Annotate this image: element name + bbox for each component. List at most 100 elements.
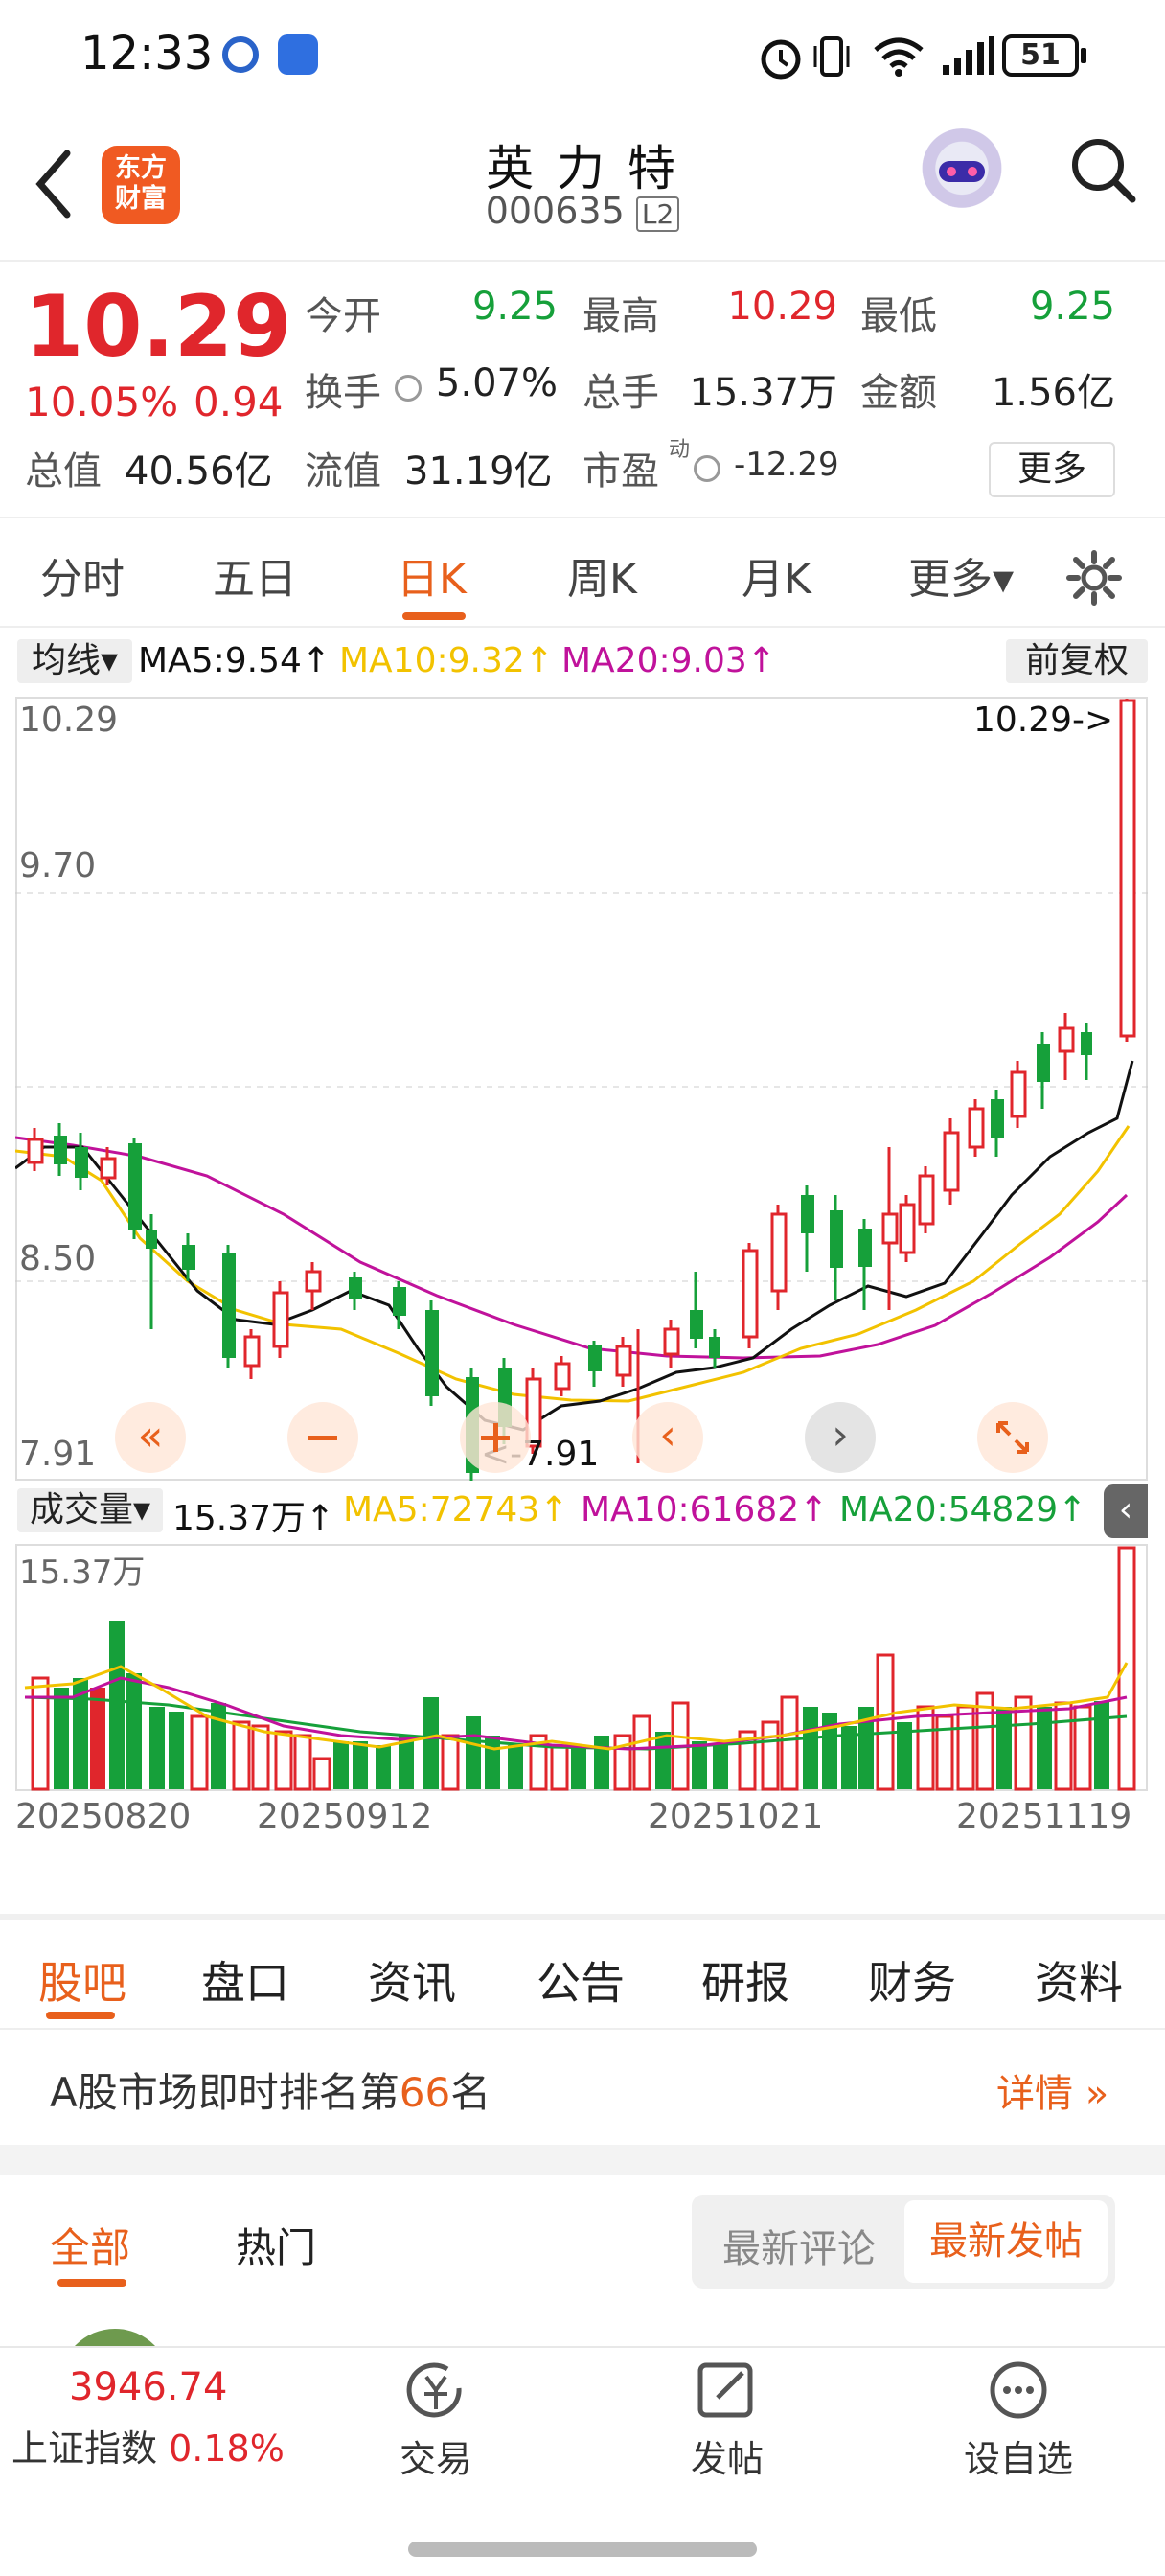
open-label: 今开 <box>305 294 381 338</box>
y-label-850: 8.50 <box>19 1239 97 1278</box>
section-divider-2 <box>0 2145 1165 2175</box>
settings-gear-icon[interactable] <box>1065 549 1123 607</box>
assistant-robot-icon[interactable] <box>918 128 1006 217</box>
y-label-low: 7.91 <box>19 1435 97 1474</box>
candlesticks <box>27 699 1136 1481</box>
volume-selector[interactable]: 成交量▾ <box>17 1488 163 1532</box>
tab-news[interactable]: 资讯 <box>368 1948 456 2012</box>
tab-active-indicator <box>402 612 466 620</box>
search-icon[interactable] <box>1065 132 1142 209</box>
index-value[interactable]: 3946.74 <box>69 2365 227 2409</box>
stock-code-row: 000635 L2 <box>383 190 782 232</box>
tab-announcements[interactable]: 公告 <box>537 1948 625 2012</box>
nav-trade[interactable]: 交易 <box>364 2359 508 2482</box>
battery-tip <box>1081 48 1086 63</box>
security-icon <box>278 34 318 75</box>
sort-latest-post[interactable]: 最新发帖 <box>904 2200 1108 2283</box>
rank-number: 66 <box>399 2069 451 2116</box>
tab-more[interactable]: 更多▾ <box>908 544 1014 606</box>
tab-weekly-k[interactable]: 周K <box>567 544 637 606</box>
amount-label: 金额 <box>860 371 937 415</box>
vol-ma10-legend: MA10:61682↑ <box>581 1490 829 1530</box>
ma10-legend: MA10:9.32↑ <box>339 641 554 680</box>
date-label-1: 20250820 <box>15 1797 192 1836</box>
more-button[interactable]: 更多 <box>989 442 1115 497</box>
stock-code: 000635 <box>485 190 625 232</box>
rank-detail-link[interactable]: 详情 » <box>996 2062 1108 2118</box>
low-label: 最低 <box>860 294 937 338</box>
mktcap-value: 40.56亿 <box>125 449 273 494</box>
volume-chart-svg <box>24 1546 1136 1791</box>
float-label: 流值 <box>305 449 381 494</box>
ma-selector[interactable]: 均线▾ <box>17 639 132 683</box>
rank-detail-label: 详情 <box>996 2072 1073 2116</box>
back-arrow-icon[interactable] <box>33 148 75 220</box>
scroll-far-left-icon[interactable]: « <box>115 1402 186 1473</box>
vol-ma5-legend: MA5:72743↑ <box>343 1490 569 1530</box>
rank-prefix: A股市场即时排名第 <box>50 2069 400 2116</box>
rank-suffix: 名 <box>450 2069 491 2116</box>
battery-icon: 51 <box>1002 34 1079 77</box>
edit-post-icon <box>697 2362 753 2418</box>
tab-guba[interactable]: 股吧 <box>38 1948 126 2012</box>
pe-info-icon[interactable] <box>694 455 720 482</box>
turnover-label: 换手 <box>305 371 381 415</box>
tab-research[interactable]: 研报 <box>701 1948 789 2012</box>
current-price: 10.29 <box>25 277 292 376</box>
date-label-4: 20251119 <box>956 1797 1132 1836</box>
info-tabs: 股吧 盘口 资讯 公告 研报 财务 资料 <box>0 1920 1165 2030</box>
ma20-legend: MA20:9.03↑ <box>561 641 776 680</box>
float-value: 31.19亿 <box>404 449 553 494</box>
status-bar: 12:33 51 <box>0 0 1165 113</box>
filter-indicator <box>57 2279 126 2287</box>
amount-value: 1.56亿 <box>991 371 1115 415</box>
volume-bars <box>31 1546 1136 1791</box>
sort-latest-comment[interactable]: 最新评论 <box>722 2218 876 2273</box>
turnover-value: 5.07% <box>435 361 558 405</box>
index-row[interactable]: 上证指数 0.18% <box>11 2419 285 2472</box>
pe-value: -12.29 <box>734 446 839 484</box>
brand-logo-line1: 东方 <box>115 153 167 183</box>
zoom-in-icon[interactable] <box>460 1402 531 1473</box>
change-value: 0.94 <box>194 379 284 426</box>
market-rank-text: A股市场即时排名第66名 <box>50 2060 491 2119</box>
clock: 12:33 <box>80 27 214 80</box>
wifi-icon <box>874 37 924 77</box>
zoom-out-icon[interactable] <box>287 1402 358 1473</box>
high-label: 最高 <box>582 294 659 338</box>
filter-all[interactable]: 全部 <box>50 2216 130 2274</box>
info-tab-indicator <box>46 2012 115 2019</box>
brand-logo-line2: 财富 <box>115 184 167 214</box>
adjust-mode-button[interactable]: 前复权 <box>1006 639 1148 683</box>
turnover-info-icon[interactable] <box>395 375 422 402</box>
pe-sup: 动 <box>669 438 691 462</box>
avatar[interactable] <box>59 2329 171 2348</box>
fullscreen-icon[interactable] <box>977 1402 1048 1473</box>
tab-handicap[interactable]: 盘口 <box>201 1948 289 2012</box>
nav-post-label: 发帖 <box>690 2438 764 2480</box>
nav-trade-label: 交易 <box>399 2438 472 2480</box>
home-indicator[interactable] <box>408 2542 757 2557</box>
more-dots-icon <box>990 2361 1047 2419</box>
high-value: 10.29 <box>727 285 837 329</box>
tab-intraday[interactable]: 分时 <box>40 544 125 606</box>
vibrate-icon <box>813 36 850 77</box>
tab-monthly-k[interactable]: 月K <box>742 544 811 606</box>
tab-finance[interactable]: 财务 <box>868 1948 956 2012</box>
filter-hot[interactable]: 热门 <box>236 2216 316 2274</box>
tab-daily-k[interactable]: 日K <box>397 544 467 606</box>
scroll-right-icon[interactable]: › <box>805 1402 876 1473</box>
bottom-nav: 3946.74 上证指数 0.18% 交易 发帖 设自选 <box>0 2346 1165 2576</box>
y-label-high: 10.29 <box>19 701 119 740</box>
nav-watchlist[interactable]: 设自选 <box>947 2359 1090 2482</box>
tab-five-day[interactable]: 五日 <box>213 544 297 606</box>
brand-logo: 东方 财富 <box>102 146 180 224</box>
market-rank-bar[interactable]: A股市场即时排名第66名 详情 » <box>0 2030 1165 2145</box>
scroll-left-icon[interactable]: ‹ <box>632 1402 703 1473</box>
collapse-panel-icon[interactable]: ‹ <box>1104 1484 1148 1538</box>
battery-level: 51 <box>1020 38 1061 72</box>
nav-post[interactable]: 发帖 <box>655 2359 799 2482</box>
volume-label: 总手 <box>582 371 659 415</box>
ma5-legend: MA5:9.54↑ <box>138 641 331 680</box>
tab-profile[interactable]: 资料 <box>1035 1948 1123 2012</box>
